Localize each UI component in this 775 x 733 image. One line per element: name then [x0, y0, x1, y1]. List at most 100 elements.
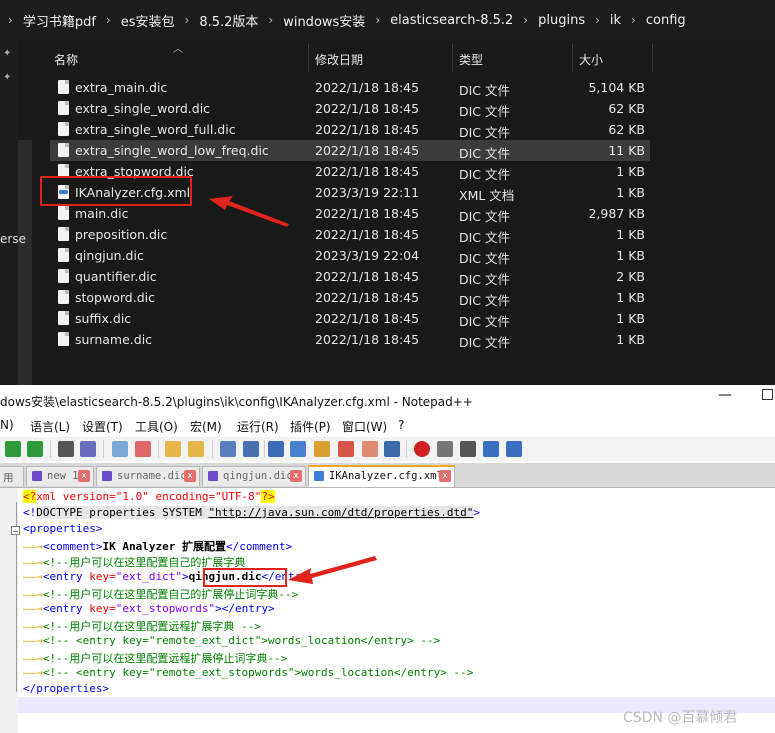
- file-row[interactable]: extra_main.dic 2022/1/18 18:45 DIC 文件 5,104…: [50, 77, 650, 98]
- file-row[interactable]: extra_single_word.dic 2022/1/18 18:45 DIC …: [50, 98, 650, 119]
- zoom-out-icon[interactable]: [135, 441, 151, 457]
- column-divider[interactable]: [452, 44, 453, 72]
- sync-vertical-icon[interactable]: [165, 441, 181, 457]
- code-editor[interactable]: − <?xml version="1.0" encoding="UTF-8"?>…: [0, 488, 775, 733]
- close-tab-button[interactable]: x: [290, 470, 302, 482]
- file-name: stopword.dic: [75, 290, 155, 305]
- menu-item-plugins[interactable]: 插件(P): [290, 418, 331, 435]
- column-divider[interactable]: [652, 44, 653, 72]
- file-size: 2,987 KB: [588, 206, 645, 221]
- indent-guide-icon[interactable]: [268, 441, 284, 457]
- tab-new-1[interactable]: new 1 x: [26, 466, 94, 486]
- chevron-right-icon: ›: [105, 13, 111, 27]
- close-tab-button[interactable]: x: [78, 470, 90, 482]
- menu-item-window[interactable]: 窗口(W): [342, 418, 387, 435]
- tab-surname[interactable]: surname.dic x: [96, 466, 200, 486]
- tab-qingjun[interactable]: qingjun.dic x: [202, 466, 306, 486]
- chevron-right-icon: ›: [631, 13, 636, 27]
- file-size: 1 KB: [616, 311, 645, 326]
- menu-item-tools[interactable]: 工具(O): [135, 418, 178, 435]
- function-list-icon[interactable]: [314, 441, 330, 457]
- file-row[interactable]: extra_single_word_low_freq.dic 2022/1/18 …: [50, 140, 650, 161]
- toolbar-separator: [212, 440, 213, 458]
- save-icon: [102, 471, 112, 481]
- file-size: 62 KB: [608, 122, 645, 137]
- annotation-arrow-icon: [209, 196, 289, 227]
- breadcrumb-item[interactable]: windows安装: [277, 11, 371, 30]
- file-row[interactable]: qingjun.dic 2023/3/19 22:04 DIC 文件 1 KB: [50, 245, 650, 266]
- breadcrumb-item[interactable]: es安装包: [115, 11, 181, 30]
- file-row[interactable]: main.dic 2022/1/18 18:45 DIC 文件 2,987 KB: [50, 203, 650, 224]
- file-name: preposition.dic: [75, 227, 168, 242]
- column-header-row: ︿ 名称 修改日期 类型 大小: [0, 40, 775, 76]
- folder-workspace-icon[interactable]: [338, 441, 354, 457]
- file-type: DIC 文件: [459, 209, 511, 224]
- redo-icon[interactable]: [27, 441, 43, 457]
- breadcrumb-item[interactable]: ik: [604, 13, 627, 28]
- zoom-in-icon[interactable]: [112, 441, 128, 457]
- word-wrap-icon[interactable]: [220, 441, 236, 457]
- save-icon: [314, 471, 324, 481]
- undo-icon[interactable]: [5, 441, 21, 457]
- sync-horizontal-icon[interactable]: [188, 441, 204, 457]
- maximize-button[interactable]: [762, 389, 773, 400]
- column-header-name[interactable]: 名称: [54, 51, 78, 68]
- file-name: extra_main.dic: [75, 80, 168, 95]
- breadcrumb-item[interactable]: elasticsearch-8.5.2: [384, 13, 519, 28]
- file-icon: [58, 248, 69, 262]
- menu-item-settings[interactable]: 设置(T): [82, 418, 123, 435]
- file-row[interactable]: suffix.dic 2022/1/18 18:45 DIC 文件 1 KB: [50, 308, 650, 329]
- menu-item[interactable]: N): [0, 418, 14, 432]
- breadcrumb-item[interactable]: plugins: [532, 13, 591, 28]
- record-macro-icon[interactable]: [414, 441, 430, 457]
- tab[interactable]: 用: [0, 466, 24, 486]
- file-icon: [58, 143, 69, 157]
- folder-icon[interactable]: [362, 441, 378, 457]
- column-header-size[interactable]: 大小: [579, 51, 603, 68]
- save-macro-icon[interactable]: [506, 441, 522, 457]
- replace-icon[interactable]: [80, 441, 96, 457]
- file-type: DIC 文件: [459, 293, 511, 308]
- menu-item-language[interactable]: 语言(L): [30, 418, 70, 435]
- file-row[interactable]: extra_single_word_full.dic 2022/1/18 18:4…: [50, 119, 650, 140]
- column-divider[interactable]: [572, 44, 573, 72]
- find-icon[interactable]: [58, 441, 74, 457]
- menu-item-run[interactable]: 运行(R): [237, 418, 279, 435]
- minimize-button[interactable]: —: [718, 387, 732, 403]
- file-row[interactable]: preposition.dic 2022/1/18 18:45 DIC 文件 1 KB: [50, 224, 650, 245]
- column-header-type[interactable]: 类型: [459, 51, 483, 68]
- file-type: XML 文档: [459, 188, 515, 203]
- tab-ikanalyzer[interactable]: IKAnalyzer.cfg.xml x: [308, 465, 455, 487]
- file-icon: [58, 206, 69, 220]
- chevron-right-icon: ›: [595, 13, 600, 27]
- fold-collapse-icon[interactable]: −: [11, 526, 20, 536]
- file-date: 2022/1/18 18:45: [315, 122, 420, 137]
- breadcrumb-item[interactable]: 8.5.2版本: [193, 11, 264, 30]
- navigation-scrollbar[interactable]: [18, 140, 32, 385]
- file-name: main.dic: [75, 206, 129, 221]
- toolbar-separator: [406, 440, 407, 458]
- column-header-modified[interactable]: 修改日期: [315, 51, 363, 68]
- file-row[interactable]: quantifier.dic 2022/1/18 18:45 DIC 文件 2 KB: [50, 266, 650, 287]
- stop-macro-icon[interactable]: [437, 441, 453, 457]
- chevron-right-icon: ›: [268, 13, 274, 27]
- close-tab-button[interactable]: x: [439, 470, 451, 482]
- sort-up-icon: ︿: [173, 44, 183, 55]
- chevron-right-icon: ›: [375, 13, 381, 27]
- monitoring-icon[interactable]: [384, 441, 400, 457]
- close-tab-button[interactable]: x: [184, 470, 196, 482]
- file-row[interactable]: stopword.dic 2022/1/18 18:45 DIC 文件 1 KB: [50, 287, 650, 308]
- document-map-icon[interactable]: [290, 441, 306, 457]
- navigation-item-partial[interactable]: erse: [0, 232, 26, 246]
- menu-item-help[interactable]: ?: [398, 418, 404, 432]
- menu-item-macro[interactable]: 宏(M): [190, 418, 222, 435]
- run-macro-multiple-icon[interactable]: [483, 441, 499, 457]
- column-divider[interactable]: [308, 44, 309, 72]
- show-all-chars-icon[interactable]: [243, 441, 259, 457]
- file-date: 2022/1/18 18:45: [315, 101, 420, 116]
- breadcrumb-item[interactable]: config: [640, 13, 692, 28]
- file-icon: [58, 80, 69, 94]
- file-row[interactable]: surname.dic 2022/1/18 18:45 DIC 文件 1 KB: [50, 329, 650, 350]
- play-macro-icon[interactable]: [460, 441, 476, 457]
- breadcrumb-item[interactable]: 学习书籍pdf: [17, 11, 102, 30]
